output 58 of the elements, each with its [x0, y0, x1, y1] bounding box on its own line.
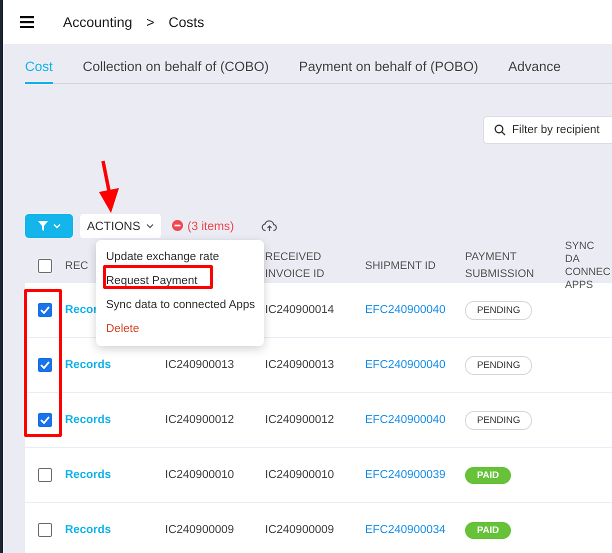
- checkbox[interactable]: [38, 358, 52, 372]
- table-cell: IC240900013: [265, 359, 334, 371]
- tab[interactable]: Payment on behalf of (POBO): [298, 59, 478, 84]
- menu-item[interactable]: Delete: [96, 316, 264, 340]
- remove-icon[interactable]: [172, 220, 184, 231]
- caret-icon: [146, 222, 154, 228]
- checkbox[interactable]: [38, 259, 52, 273]
- table-cell: IC240900009: [265, 524, 334, 536]
- table-cell: IC240900012: [165, 414, 234, 426]
- annotation-arrow: [97, 160, 121, 214]
- search-field[interactable]: Filter by recipient: [483, 116, 612, 144]
- caret-icon: [53, 222, 61, 228]
- records-link[interactable]: Records: [65, 524, 112, 536]
- tab[interactable]: Cost: [25, 59, 53, 84]
- breadcrumb-item: Costs: [168, 14, 204, 30]
- shipment-link[interactable]: EFC240900040: [365, 304, 446, 316]
- table-cell: IC240900013: [165, 359, 234, 371]
- tab[interactable]: Advance: [508, 59, 561, 84]
- menu-item[interactable]: Sync data to connected Apps: [96, 292, 264, 316]
- table-cell: IC240900014: [265, 304, 334, 316]
- column-header: SYNC DA CONNEC APPS: [565, 240, 611, 291]
- shipment-link[interactable]: EFC240900034: [365, 524, 446, 536]
- status-tag: PENDING: [465, 356, 532, 375]
- checkbox[interactable]: [38, 523, 52, 537]
- filter-button[interactable]: [25, 214, 73, 238]
- checkbox[interactable]: [38, 413, 52, 427]
- records-link[interactable]: Records: [65, 469, 112, 481]
- records-link[interactable]: Records: [65, 414, 112, 426]
- column-header: PAYMENT SUBMISSION: [465, 251, 534, 280]
- table-cell: IC240900010: [265, 469, 334, 481]
- menu-icon[interactable]: [20, 16, 34, 28]
- actions-button[interactable]: ACTIONS: [80, 214, 162, 238]
- column-header: RECEIVED INVOICE ID: [265, 251, 324, 280]
- menu-item[interactable]: Update exchange rate: [96, 244, 264, 268]
- breadcrumb-separator: >: [146, 14, 154, 30]
- column-header: REC: [65, 260, 88, 272]
- records-link[interactable]: Records: [65, 359, 112, 371]
- table-cell: IC240900009: [165, 524, 234, 536]
- status-tag: PENDING: [465, 411, 532, 430]
- shipment-link[interactable]: EFC240900040: [365, 414, 446, 426]
- status-tag: PAID: [465, 467, 511, 484]
- table-cell: IC240900010: [165, 469, 234, 481]
- search-icon: [494, 124, 506, 136]
- records-link[interactable]: Recor: [65, 304, 98, 316]
- column-header: SHIPMENT ID: [365, 260, 436, 272]
- funnel-icon: [37, 220, 49, 232]
- tab[interactable]: Collection on behalf of (COBO): [82, 59, 269, 84]
- checkbox[interactable]: [38, 468, 52, 482]
- breadcrumb-item[interactable]: Accounting: [63, 14, 132, 30]
- shipment-link[interactable]: EFC240900039: [365, 469, 446, 481]
- shipment-link[interactable]: EFC240900040: [365, 359, 446, 371]
- status-tag: PAID: [465, 522, 511, 539]
- checkbox[interactable]: [38, 303, 52, 317]
- menu-item[interactable]: Request Payment: [96, 268, 264, 292]
- table-cell: IC240900012: [265, 414, 334, 426]
- status-tag: PENDING: [465, 301, 532, 320]
- selection-count: (3 items): [187, 218, 234, 232]
- cloud-upload-icon[interactable]: [261, 219, 278, 232]
